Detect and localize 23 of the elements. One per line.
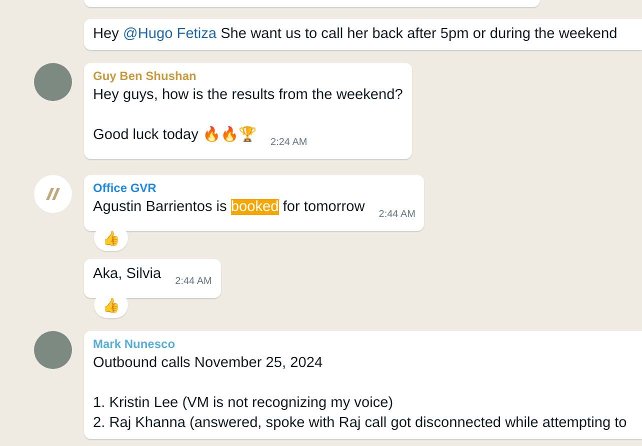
message-text: Outbound calls November 25, 2024: [93, 354, 324, 373]
highlighted-text: booked: [230, 199, 279, 215]
sender-name: Office GVR: [93, 180, 158, 197]
message-text: Agustin Barrientos is: [93, 199, 228, 215]
timestamp: 2:44 AM: [378, 208, 416, 222]
message-text: Hey: [93, 26, 120, 42]
mention-link[interactable]: @Hugo Fetiza: [123, 26, 217, 42]
logo-avatar[interactable]: [34, 175, 72, 213]
sender-name: Guy Ben Shushan: [93, 68, 198, 85]
sender-name: Mark Nunesco: [93, 336, 176, 353]
message-text: Hey guys, how is the results from the weekend?: [93, 86, 403, 105]
timestamp: 2:44 AM: [175, 275, 212, 289]
message-text: 1. Kristin Lee (VM is not recognizing my voice): [93, 394, 394, 413]
message-text: Aka, Silvia 2:44 AM: [93, 264, 212, 292]
avatar[interactable]: [34, 331, 72, 369]
message-text: 2. Raj Khanna (answered, spoke with Raj call got disconnected while attempting to: [93, 414, 628, 433]
reaction-emoji[interactable]: 👍: [94, 225, 128, 251]
avatar[interactable]: [34, 63, 72, 101]
timestamp: 2:24 AM: [270, 136, 308, 150]
reaction-emoji[interactable]: 👍: [94, 292, 128, 318]
message-text: for tomorrow: [282, 199, 365, 215]
message-text: She want us to call her back after 5pm or during the weekend: [220, 26, 618, 42]
message-text: Good luck today 🔥🔥🏆 2:24 AM: [93, 125, 403, 153]
